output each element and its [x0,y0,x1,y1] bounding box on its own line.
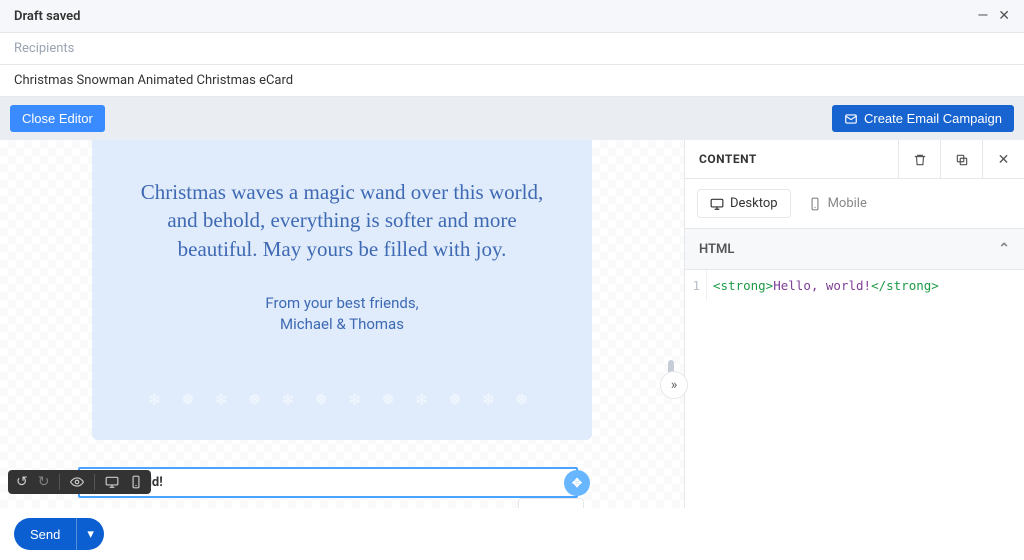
panel-close-icon[interactable]: ✕ [982,140,1024,178]
mobile-icon [808,197,822,211]
campaign-icon [844,112,858,126]
close-icon[interactable]: ✕ [998,8,1010,24]
snowflake-decoration: ❄ ❅ ❄ ❅ ❄ ❅ ❄ ❅ ❄ ❅ ❄ ❅ [92,390,592,430]
html-code-editor[interactable]: 1 <strong>Hello, world!</strong> [685,270,1024,301]
html-section-header[interactable]: HTML ⌃ [685,229,1024,270]
ecard-from-line1: From your best friends, [92,293,592,314]
separator [59,474,60,490]
editor-toolbar: Close Editor Create Email Campaign [0,97,1024,140]
panel-title: CONTENT [685,142,898,176]
ecard-from-line2: Michael & Thomas [92,314,592,335]
separator [94,474,95,490]
device-tabs: Desktop Mobile [685,179,1024,229]
send-button[interactable]: Send [14,518,76,550]
tab-desktop[interactable]: Desktop [697,189,791,218]
send-dropdown-button[interactable]: ▾ [76,518,104,550]
html-section-label: HTML [699,242,734,257]
chevron-up-icon: ⌃ [998,241,1010,257]
tab-mobile[interactable]: Mobile [795,189,880,218]
editor-canvas[interactable]: Christmas waves a magic wand over this w… [0,140,684,522]
line-number: 1 [685,270,707,301]
code-line[interactable]: <strong>Hello, world!</strong> [707,270,945,301]
main-area: Christmas waves a magic wand over this w… [0,140,1024,522]
code-close-tag: </strong> [871,278,939,293]
undo-icon[interactable]: ↺ [16,474,28,490]
panel-delete-icon[interactable] [898,140,940,178]
collapse-panel-icon[interactable]: » [660,371,688,399]
code-text: Hello, world! [773,278,871,293]
create-campaign-button[interactable]: Create Email Campaign [832,105,1014,132]
move-handle-icon[interactable]: ✥ [564,470,590,496]
ecard-signature[interactable]: From your best friends, Michael & Thomas [92,293,592,335]
html-block-selected[interactable]: Hello, world! ✥ [78,467,578,498]
desktop-view-icon[interactable] [105,474,119,490]
properties-panel: CONTENT ✕ Desktop Mobile HTML [684,140,1024,522]
mobile-view-icon[interactable] [129,474,143,490]
redo-icon[interactable]: ↻ [38,474,50,490]
tab-mobile-label: Mobile [828,196,867,211]
code-open-tag: <strong> [713,278,773,293]
ecard-canvas[interactable]: Christmas waves a magic wand over this w… [92,140,592,480]
close-editor-button[interactable]: Close Editor [10,105,105,132]
draft-status: Draft saved [14,9,80,24]
send-button-group: Send ▾ [14,518,104,550]
create-campaign-label: Create Email Campaign [864,111,1002,126]
minimize-icon[interactable]: — [977,8,988,24]
panel-header: CONTENT ✕ [685,140,1024,179]
subject-field[interactable]: Christmas Snowman Animated Christmas eCa… [0,65,1024,97]
ecard-quote[interactable]: Christmas waves a magic wand over this w… [92,140,592,273]
canvas-toolbar: ↺ ↻ [8,470,151,494]
desktop-icon [710,197,724,211]
footer: Send ▾ [0,508,1024,560]
recipients-field[interactable]: Recipients [0,33,1024,65]
window-controls: — ✕ [977,8,1010,24]
preview-icon[interactable] [70,474,84,490]
window-header: Draft saved — ✕ [0,0,1024,33]
tab-desktop-label: Desktop [730,196,778,211]
panel-duplicate-icon[interactable] [940,140,982,178]
